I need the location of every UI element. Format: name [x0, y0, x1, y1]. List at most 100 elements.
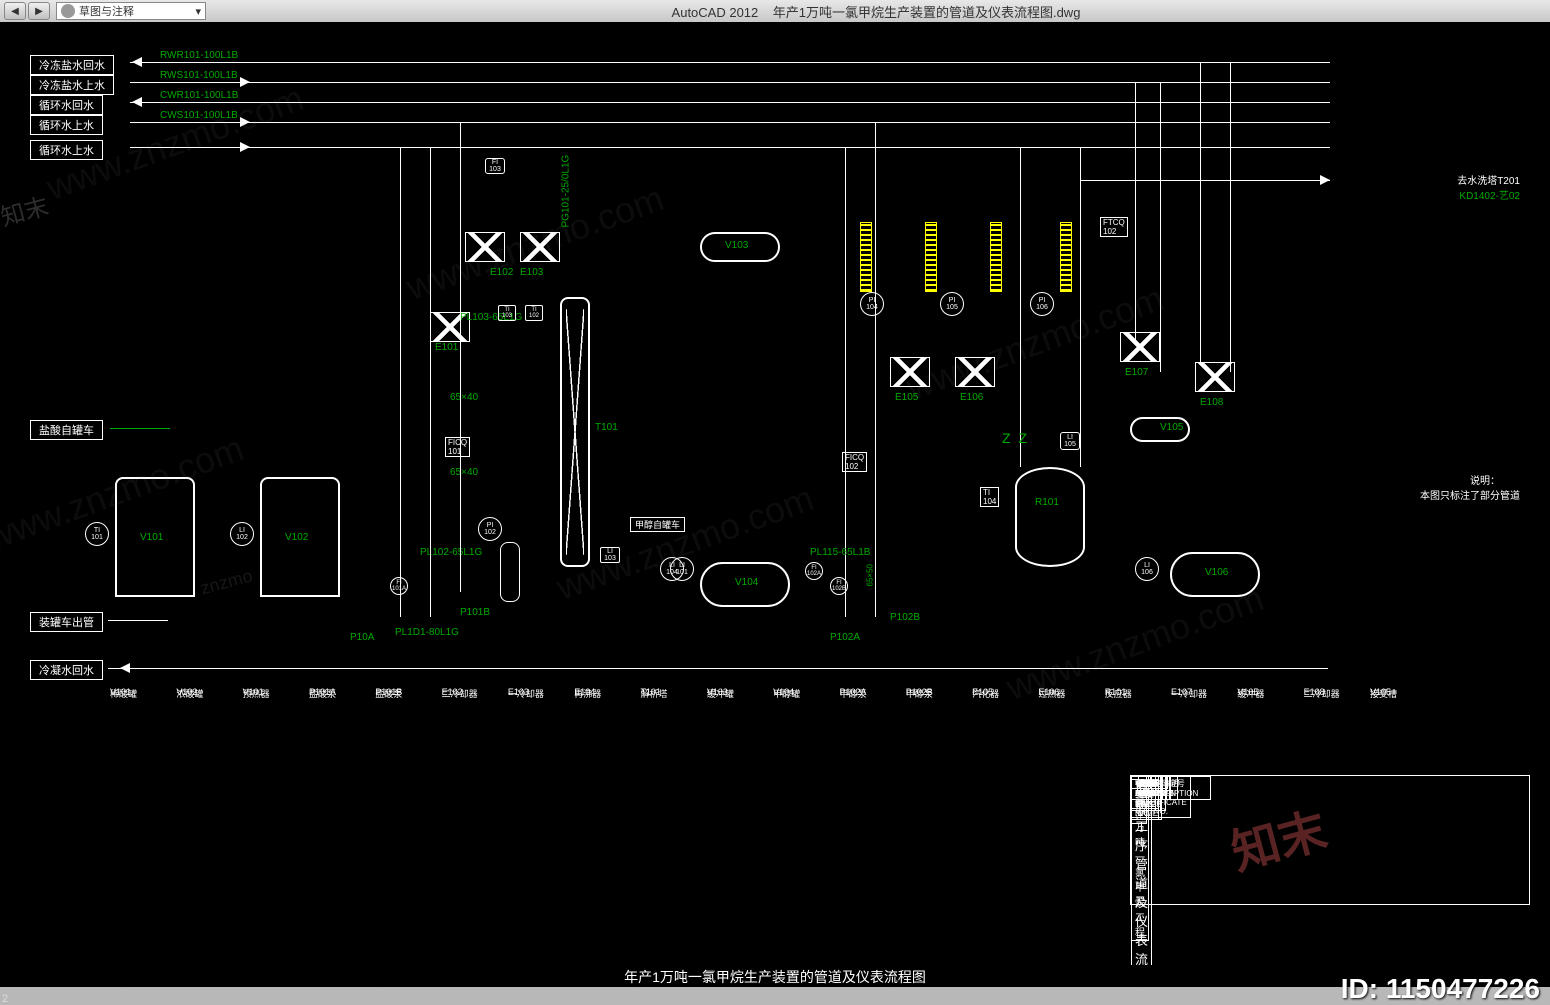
instrument: TI102 — [525, 305, 543, 321]
eq-tag: V104 — [735, 577, 758, 588]
eq-tag: R101 — [1035, 497, 1059, 508]
arrow-icon — [240, 77, 250, 87]
eq-tag: V106 — [1205, 567, 1228, 578]
outlet-tag: KD1402-艺02 — [1459, 187, 1520, 202]
exchanger-e108 — [1195, 362, 1235, 392]
eq-tag: E103 — [520, 267, 543, 278]
status-text: 2 — [2, 993, 8, 1005]
instrument: FICQ102 — [842, 452, 867, 472]
utility-line — [130, 62, 1330, 63]
exchanger-e102 — [465, 232, 505, 262]
titlebar: ◀ ▶ 草图与注释 ▾ AutoCAD 2012 年产1万吨一氯甲烷生产装置的管… — [0, 0, 1550, 22]
workspace-dropdown[interactable]: 草图与注释 ▾ — [56, 2, 206, 20]
watermark-cn: 知末 — [0, 186, 52, 232]
size-tag: 65×40 — [450, 392, 478, 403]
instrument: PI102 — [478, 517, 502, 541]
pipe-tag: PL1D1-80L1G — [395, 627, 459, 638]
window-title: AutoCAD 2012 年产1万吨一氯甲烷生产装置的管道及仪表流程图.dwg — [206, 2, 1546, 21]
reactor-r101 — [1015, 467, 1085, 567]
outlet-label: 装罐车出管 — [30, 612, 103, 632]
eq-tag: E102 — [490, 267, 513, 278]
eq-tag: T101 — [595, 422, 618, 433]
instrument: TI101 — [85, 522, 109, 546]
line-label: 冷冻盐水上水 — [30, 75, 114, 95]
arrow-icon — [120, 663, 130, 673]
exchanger-e105 — [890, 357, 930, 387]
instrument: TI103 — [498, 305, 516, 321]
instrument: FI101A — [390, 577, 408, 595]
instrument: PI104 — [860, 292, 884, 316]
reboiler — [500, 542, 520, 602]
pipe-tag: PG101-25/0L1G — [561, 155, 572, 228]
eq-tag: P102A — [830, 632, 860, 643]
drawing-canvas[interactable]: 冷冻盐水回水 RWR101-100L1B 冷冻盐水上水 RWS101-100L1… — [0, 22, 1550, 965]
nav-fwd-button[interactable]: ▶ — [28, 2, 50, 20]
eq-tag: V102 — [285, 532, 308, 543]
image-id: ID: 1150477226 — [1341, 973, 1540, 1005]
flex-hose — [860, 222, 872, 292]
arrow-icon — [1320, 175, 1330, 185]
outlet-label: 去水洗塔T201 — [1457, 172, 1520, 187]
pipe-tag: RWS101-100L1B — [160, 70, 238, 81]
exchanger-e107 — [1120, 332, 1160, 362]
instrument: PI105 — [940, 292, 964, 316]
inlet-label: 盐酸自罐车 — [30, 420, 103, 440]
pipe-tag: PL115-65L1B — [810, 547, 870, 558]
nav-back-button[interactable]: ◀ — [4, 2, 26, 20]
eq-tag: E106 — [960, 392, 983, 403]
utility-line — [130, 102, 1330, 103]
size-tag: 65×50 — [866, 564, 875, 586]
titleblock: △ 版次REV. 说明DESCRIPTION 日期DATE 制图DRAW 设计D… — [1130, 775, 1530, 905]
instrument: PI106 — [1030, 292, 1054, 316]
chevron-down-icon: ▾ — [195, 5, 201, 18]
caption-bar: 年产1万吨一氯甲烷生产装置的管道及仪表流程图 — [0, 965, 1550, 987]
eq-tag: P10A — [350, 632, 374, 643]
utility-line — [130, 147, 1330, 148]
arrow-icon — [240, 142, 250, 152]
instrument: FICQ101 — [445, 437, 470, 457]
instrument: LI102 — [230, 522, 254, 546]
exchanger-e106 — [955, 357, 995, 387]
eq-tag: P101B — [460, 607, 490, 618]
equipment-list: V101稀酸罐V102浓酸罐V101预热器P101A盐酸泵P101B盐酸泵E10… — [110, 684, 1370, 714]
instrument: TI104 — [980, 487, 999, 507]
utility-line — [130, 82, 1330, 83]
pipe-tag: RWR101-100L1B — [160, 50, 238, 61]
arrow-icon — [132, 57, 142, 67]
instrument: LI103 — [600, 547, 620, 563]
note-text: 本图只标注了部分管道 — [1420, 487, 1520, 502]
utility-line — [130, 122, 1330, 123]
line-label: 循环水上水 — [30, 115, 103, 135]
line-label: 冷冻盐水回水 — [30, 55, 114, 75]
note-title: 说明： — [1470, 472, 1500, 487]
instrument: FI102B — [830, 577, 848, 595]
exchanger-e103 — [520, 232, 560, 262]
pipe-tag: CWS101-100L1B — [160, 110, 238, 121]
flex-hose — [990, 222, 1002, 292]
gear-icon — [61, 4, 75, 18]
instrument: FTCQ102 — [1100, 217, 1128, 237]
arrow-icon — [240, 117, 250, 127]
line-label: 循环水上水 — [30, 140, 103, 160]
eq-tag: E108 — [1200, 397, 1223, 408]
eq-tag: V103 — [725, 240, 748, 251]
size-tag: 65×40 — [450, 467, 478, 478]
flex-hose — [1060, 222, 1072, 292]
flex-hose — [925, 222, 937, 292]
arrow-icon — [132, 97, 142, 107]
eq-tag: E101 — [435, 342, 458, 353]
instrument: LI105 — [1060, 432, 1080, 450]
eq-tag: P102B — [890, 612, 920, 623]
instrument: LI106 — [1135, 557, 1159, 581]
eq-tag: V101 — [140, 532, 163, 543]
eq-tag: E107 — [1125, 367, 1148, 378]
instrument: FI103 — [485, 158, 505, 174]
inlet-label: 甲醇自罐车 — [630, 517, 685, 532]
tower-t101 — [560, 297, 590, 567]
line-label: 冷凝水回水 — [30, 660, 103, 680]
instrument: FI102A — [805, 562, 823, 580]
instrument: LI104 — [660, 557, 684, 581]
pipe-tag: CWR101-100L1B — [160, 90, 238, 101]
eq-tag: V105 — [1160, 422, 1183, 433]
dropdown-label: 草图与注释 — [79, 3, 134, 19]
